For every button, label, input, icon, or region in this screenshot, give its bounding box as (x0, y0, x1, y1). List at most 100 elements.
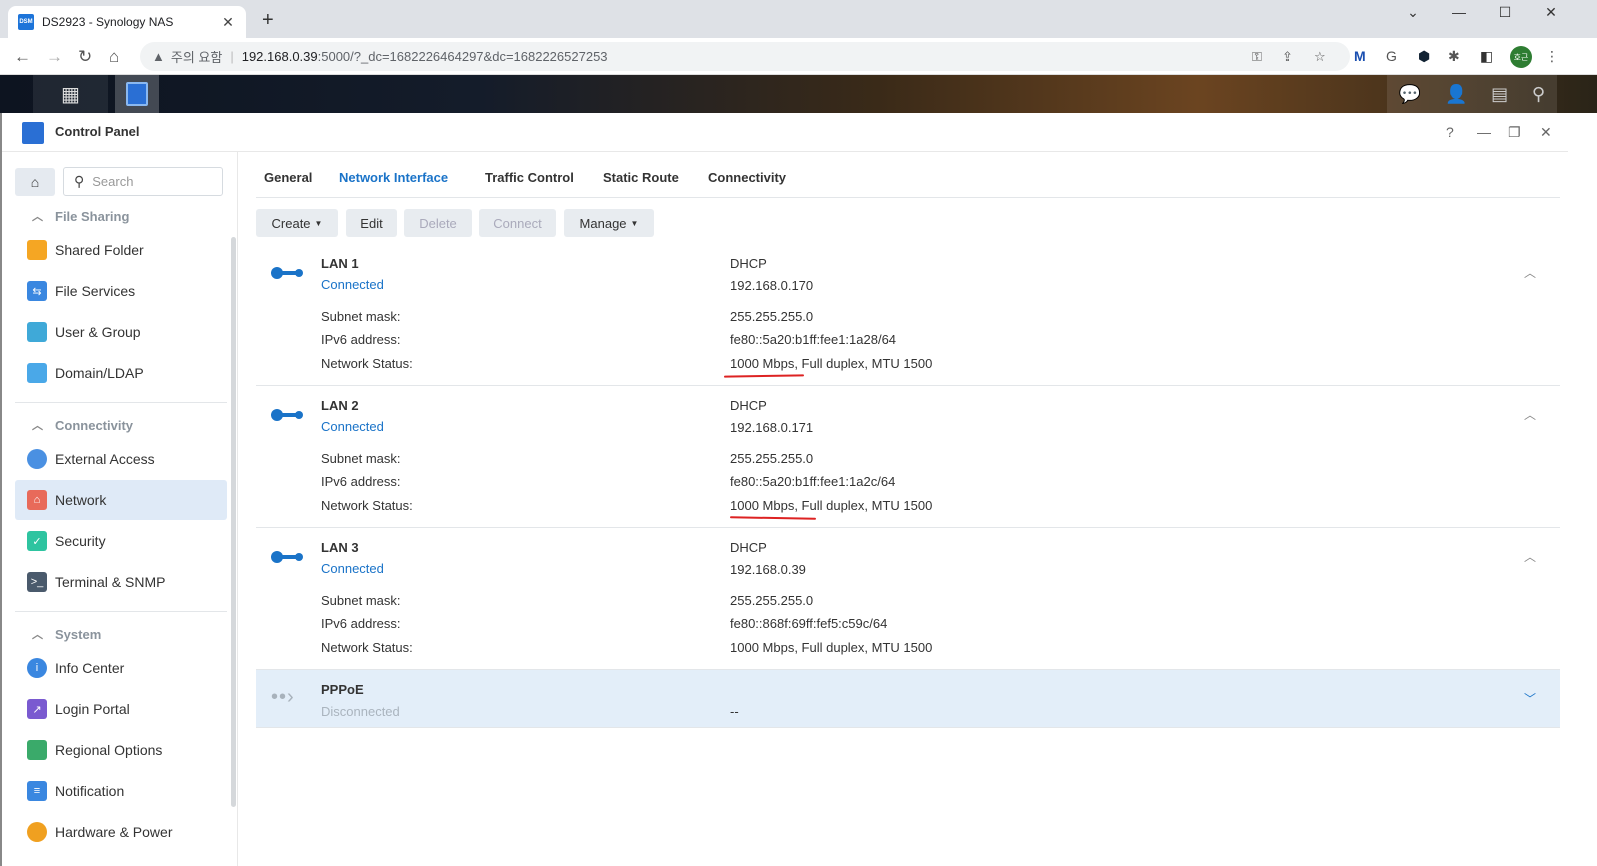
sidebar-item-label: External Access (55, 451, 155, 467)
connect-label: Connect (493, 215, 542, 231)
collapse-chevron-up-icon[interactable]: ︿ (1524, 406, 1536, 423)
sidebar-item-network[interactable]: ⌂ Network (15, 480, 227, 520)
new-tab-button[interactable]: + (262, 9, 274, 32)
interface-mode: DHCP (730, 256, 767, 271)
extension-m-icon[interactable]: M (1354, 48, 1366, 64)
maximize-window-button[interactable]: ☐ (1482, 4, 1528, 21)
folder-icon (27, 240, 47, 260)
side-panel-icon[interactable]: ◧ (1480, 48, 1493, 65)
browser-tab-title: DS2923 - Synology NAS (42, 15, 174, 29)
browser-tab[interactable]: DSM DS2923 - Synology NAS ✕ (8, 6, 246, 38)
close-window-button[interactable]: ✕ (1528, 4, 1574, 21)
close-tab-icon[interactable]: ✕ (220, 14, 236, 31)
forward-icon[interactable]: → (46, 47, 63, 67)
tab-traffic-control[interactable]: Traffic Control (485, 170, 574, 185)
interface-name: LAN 1 (321, 256, 359, 271)
section-system[interactable]: ︿ System (32, 626, 101, 642)
network-status-value: 1000 Mbps, Full duplex, MTU 1500 (730, 640, 933, 655)
section-file-sharing[interactable]: ︿ File Sharing (32, 208, 129, 224)
edit-button[interactable]: Edit (346, 209, 397, 237)
reload-icon[interactable]: ↻ (78, 47, 92, 67)
home-icon[interactable]: ⌂ (109, 47, 119, 67)
connect-button[interactable]: Connect (479, 209, 556, 237)
close-icon[interactable]: ✕ (1540, 124, 1552, 141)
home-button[interactable]: ⌂ (15, 168, 55, 196)
create-button[interactable]: Create ▼ (256, 209, 338, 237)
dsm-favicon-icon: DSM (18, 14, 34, 30)
user-icon[interactable]: 👤 (1445, 84, 1467, 105)
taskbar-tray: 💬 👤 ▤ ⚲ (1387, 75, 1557, 113)
extension-g-icon[interactable]: G (1386, 48, 1397, 64)
main-menu-grid-icon[interactable]: ▦ (33, 75, 108, 113)
section-connectivity[interactable]: ︿ Connectivity (32, 417, 133, 433)
bookmark-star-icon[interactable]: ☆ (1314, 49, 1326, 65)
help-icon[interactable]: ? (1446, 124, 1454, 140)
sidebar: ⌂ ⚲ Search ︿ File Sharing Shared Folder ⇆… (2, 152, 238, 866)
sidebar-item-domain-ldap[interactable]: Domain/LDAP (15, 353, 227, 393)
lan-connected-icon (271, 409, 305, 421)
interface-card-lan2[interactable]: LAN 2 Connected DHCP 192.168.0.171 Subne… (256, 386, 1560, 528)
ipv6-label: IPv6 address: (321, 474, 401, 489)
sidebar-item-regional-options[interactable]: Regional Options (15, 730, 227, 770)
tab-static-route[interactable]: Static Route (603, 170, 679, 185)
sidebar-item-terminal-snmp[interactable]: >_ Terminal & SNMP (15, 562, 227, 602)
control-panel-icon (126, 82, 148, 106)
delete-button[interactable]: Delete (404, 209, 472, 237)
sidebar-item-shared-folder[interactable]: Shared Folder (15, 230, 227, 270)
sidebar-item-external-access[interactable]: External Access (15, 439, 227, 479)
menu-kebab-icon[interactable]: ⋮ (1545, 48, 1559, 65)
expand-chevron-down-icon[interactable]: ﹀ (1524, 690, 1536, 707)
sidebar-item-security[interactable]: ✓ Security (15, 521, 227, 561)
restore-icon[interactable]: ❐ (1508, 124, 1521, 141)
sidebar-item-notification[interactable]: ≡ Notification (15, 771, 227, 811)
interface-card-lan3[interactable]: LAN 3 Connected DHCP 192.168.0.39 Subnet… (256, 528, 1560, 670)
interface-card-lan1[interactable]: LAN 1 Connected DHCP 192.168.0.170 Subne… (256, 244, 1560, 386)
search-icon[interactable]: ⚲ (1532, 84, 1545, 105)
sidebar-scrollbar[interactable] (231, 237, 236, 807)
tab-search-icon[interactable]: ⌄ (1390, 4, 1436, 21)
manage-button[interactable]: Manage ▼ (564, 209, 654, 237)
sidebar-item-login-portal[interactable]: ↗ Login Portal (15, 689, 227, 729)
extension-hex-icon[interactable]: ⬢ (1418, 48, 1430, 65)
sidebar-item-label: File Services (55, 283, 136, 299)
share-icon[interactable]: ⇪ (1282, 49, 1293, 65)
chat-icon[interactable]: 💬 (1399, 84, 1421, 105)
pppoe-disconnected-icon: ••› (271, 686, 295, 708)
tab-network-interface[interactable]: Network Interface (339, 170, 448, 185)
sidebar-item-label: Info Center (55, 660, 125, 676)
shield-icon: ✓ (27, 531, 47, 551)
ipv6-label: IPv6 address: (321, 332, 401, 347)
key-icon[interactable]: ⚿ (1252, 49, 1262, 65)
sidebar-item-user-group[interactable]: User & Group (15, 312, 227, 352)
search-input[interactable]: ⚲ Search (63, 167, 223, 196)
address-bar[interactable]: ▲ 주의 요함 | 192.168.0.39 :5000/?_dc=168222… (140, 42, 1350, 71)
interface-name: LAN 3 (321, 540, 359, 555)
subnet-value: 255.255.255.0 (730, 593, 814, 608)
interface-card-pppoe[interactable]: ••› PPPoE Disconnected -- ﹀ (256, 670, 1560, 728)
domain-icon (27, 363, 47, 383)
sidebar-item-label: Notification (55, 783, 125, 799)
main-content: General Network Interface Traffic Contro… (256, 152, 1560, 866)
taskbar-control-panel-icon[interactable] (115, 75, 159, 113)
sidebar-item-info-center[interactable]: i Info Center (15, 648, 227, 688)
dsm-taskbar: ▦ 💬 👤 ▤ ⚲ (0, 75, 1597, 113)
browser-tab-strip: DSM DS2923 - Synology NAS ✕ + ⌄ — ☐ ✕ (0, 0, 1597, 38)
minimize-icon[interactable]: — (1477, 124, 1491, 140)
terminal-icon: >_ (27, 572, 47, 592)
extensions-puzzle-icon[interactable]: ✱ (1448, 48, 1460, 65)
profile-avatar[interactable]: 호근 (1510, 46, 1532, 68)
sidebar-item-label: Shared Folder (55, 242, 144, 258)
collapse-chevron-up-icon[interactable]: ︿ (1524, 264, 1536, 281)
sidebar-item-label: Login Portal (55, 701, 130, 717)
widgets-icon[interactable]: ▤ (1491, 84, 1508, 105)
back-icon[interactable]: ← (14, 47, 31, 67)
tab-connectivity[interactable]: Connectivity (708, 170, 786, 185)
caret-down-icon: ▼ (630, 218, 639, 228)
search-icon: ⚲ (74, 173, 85, 189)
collapse-chevron-up-icon[interactable]: ︿ (1524, 548, 1536, 565)
sidebar-item-hardware-power[interactable]: Hardware & Power (15, 812, 227, 852)
minimize-window-button[interactable]: — (1436, 4, 1482, 20)
warning-icon[interactable]: ▲ (152, 49, 165, 64)
tab-general[interactable]: General (264, 170, 312, 185)
sidebar-item-file-services[interactable]: ⇆ File Services (15, 271, 227, 311)
